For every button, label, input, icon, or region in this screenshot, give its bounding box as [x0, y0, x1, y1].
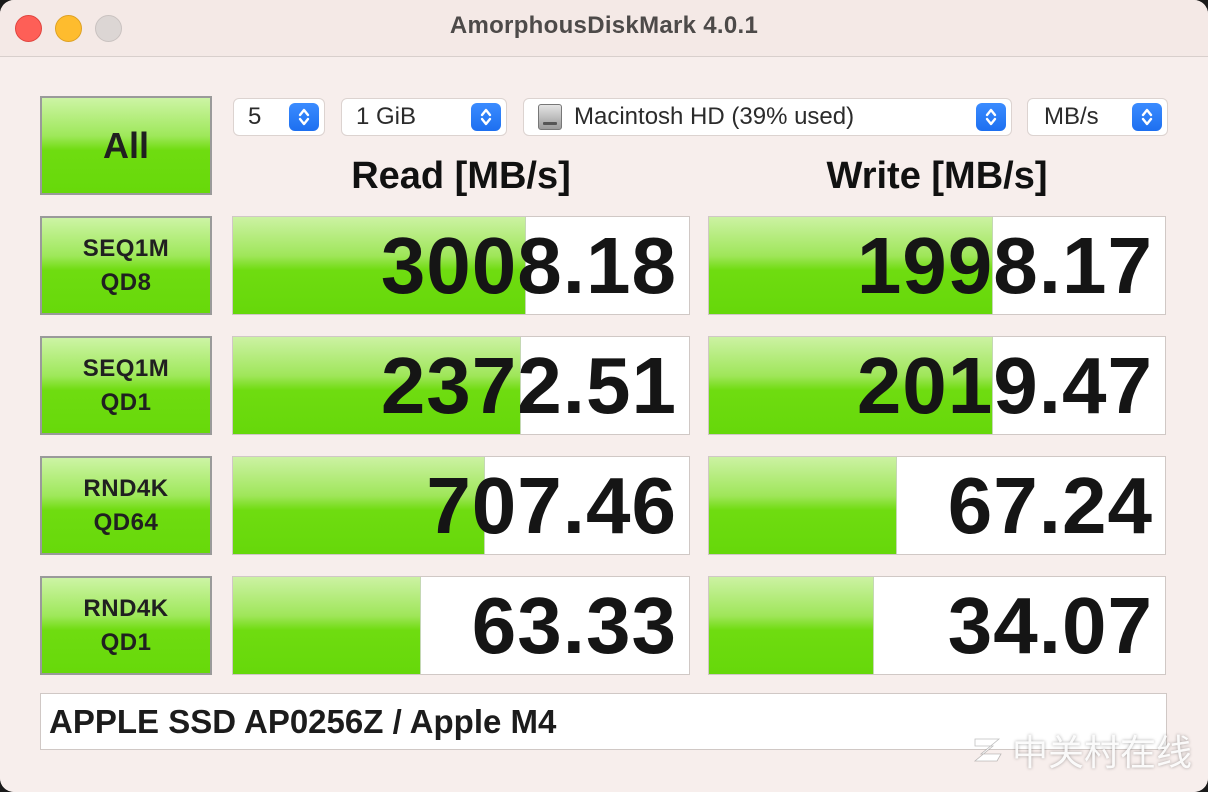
updown-arrows-icon: [976, 103, 1006, 131]
test-name: SEQ1M: [82, 234, 170, 262]
write-result-value: 1998.17: [856, 220, 1153, 310]
write-result-cell: 1998.17: [708, 216, 1166, 315]
read-result-value: 63.33: [471, 580, 677, 670]
unit-select[interactable]: MB/s: [1027, 98, 1168, 136]
watermark: 中关村在线: [972, 724, 1192, 776]
window-title: AmorphousDiskMark 4.0.1: [449, 12, 759, 39]
watermark-text: 中关村在线: [1011, 732, 1192, 773]
test-seq1m-qd1-button[interactable]: SEQ1M QD1: [40, 336, 212, 435]
write-result-bar: [709, 577, 875, 674]
test-name: RND4K: [83, 594, 169, 622]
test-rnd4k-qd64-button[interactable]: RND4K QD64: [40, 456, 212, 555]
read-result-cell: 2372.51: [232, 336, 690, 435]
updown-arrows-icon: [471, 103, 501, 131]
zol-logo-icon: [973, 738, 1002, 762]
write-result-value: 34.07: [947, 580, 1153, 670]
read-result-cell: 707.46: [232, 456, 690, 555]
read-result-value: 707.46: [426, 460, 677, 550]
test-count-value: 5: [248, 103, 262, 130]
read-result-bar: [233, 577, 421, 674]
test-name: RND4K: [83, 474, 169, 502]
drive-select[interactable]: Macintosh HD (39% used): [523, 98, 1012, 136]
read-result-cell: 63.33: [232, 576, 690, 675]
unit-value: MB/s: [1044, 103, 1099, 130]
read-header: Read [MB/s]: [351, 155, 571, 197]
test-count-select[interactable]: 5: [233, 98, 325, 136]
title-bar: AmorphousDiskMark 4.0.1: [0, 0, 1208, 57]
main-panel: All 5 1 GiB Macintosh HD (39% used) MB/s: [0, 57, 1208, 792]
write-result-cell: 67.24: [708, 456, 1166, 555]
test-queue-depth: QD64: [93, 508, 159, 536]
test-queue-depth: QD1: [100, 628, 152, 656]
app-window: AmorphousDiskMark 4.0.1 All 5 1 GiB Maci…: [0, 0, 1208, 792]
write-result-value: 2019.47: [856, 340, 1153, 430]
write-header: Write [MB/s]: [826, 155, 1048, 197]
updown-arrows-icon: [289, 103, 319, 131]
test-size-select[interactable]: 1 GiB: [341, 98, 507, 136]
test-queue-depth: QD8: [100, 268, 152, 296]
read-result-value: 2372.51: [380, 340, 677, 430]
updown-arrows-icon: [1132, 103, 1162, 131]
test-size-value: 1 GiB: [356, 103, 417, 130]
read-result-cell: 3008.18: [232, 216, 690, 315]
write-result-value: 67.24: [947, 460, 1153, 550]
test-seq1m-qd8-button[interactable]: SEQ1M QD8: [40, 216, 212, 315]
test-queue-depth: QD1: [100, 388, 152, 416]
drive-value: Macintosh HD (39% used): [574, 103, 855, 130]
test-rnd4k-qd1-button[interactable]: RND4K QD1: [40, 576, 212, 675]
read-result-value: 3008.18: [380, 220, 677, 310]
run-all-label: All: [102, 124, 149, 166]
write-result-cell: 2019.47: [708, 336, 1166, 435]
write-result-bar: [709, 457, 897, 554]
write-result-cell: 34.07: [708, 576, 1166, 675]
run-all-button[interactable]: All: [40, 96, 212, 195]
hard-drive-icon: [538, 104, 562, 130]
test-name: SEQ1M: [82, 354, 170, 382]
